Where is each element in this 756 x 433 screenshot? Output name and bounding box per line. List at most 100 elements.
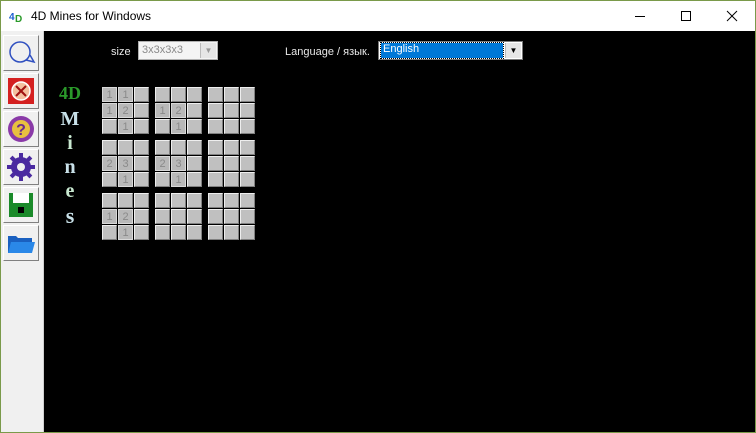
mine-cell[interactable] — [134, 225, 149, 240]
mine-cell[interactable]: 1 — [118, 87, 133, 102]
mine-cell[interactable] — [240, 103, 255, 118]
mine-cell[interactable]: 1 — [171, 172, 186, 187]
mine-cell[interactable] — [224, 225, 239, 240]
mine-cell[interactable] — [134, 119, 149, 134]
mine-cell[interactable] — [171, 140, 186, 155]
mine-cell[interactable] — [240, 156, 255, 171]
new-game-button[interactable] — [3, 35, 39, 71]
save-button[interactable] — [3, 187, 39, 223]
mine-cell[interactable] — [187, 87, 202, 102]
mine-cell[interactable] — [224, 193, 239, 208]
size-select-value: 3x3x3x3 — [142, 44, 183, 56]
mine-cell[interactable] — [187, 103, 202, 118]
mine-cell[interactable] — [187, 156, 202, 171]
title-bar[interactable]: 4 D 4D Mines for Windows — [1, 1, 755, 31]
mine-cell[interactable] — [224, 103, 239, 118]
maximize-button[interactable] — [663, 1, 709, 31]
mine-cell[interactable] — [224, 156, 239, 171]
size-select[interactable]: 3x3x3x3 ▼ — [138, 41, 218, 60]
minimize-button[interactable] — [617, 1, 663, 31]
mine-cell[interactable] — [187, 119, 202, 134]
mine-cell[interactable]: 2 — [118, 103, 133, 118]
mine-board — [208, 87, 256, 135]
language-select[interactable]: English ▼ — [378, 41, 523, 60]
mine-cell[interactable] — [134, 140, 149, 155]
mine-cell[interactable]: 2 — [171, 103, 186, 118]
settings-button[interactable] — [3, 149, 39, 185]
mine-cell[interactable] — [134, 172, 149, 187]
mine-cell[interactable] — [208, 103, 223, 118]
mine-cell[interactable] — [187, 209, 202, 224]
mine-cell[interactable] — [240, 209, 255, 224]
logo-letter: M — [60, 108, 80, 130]
mine-cell[interactable] — [102, 225, 117, 240]
mine-cell[interactable] — [208, 119, 223, 134]
open-button[interactable] — [3, 225, 39, 261]
mine-cell[interactable]: 1 — [118, 172, 133, 187]
mine-cell[interactable] — [208, 193, 223, 208]
mine-cell[interactable]: 3 — [118, 156, 133, 171]
mine-cell[interactable] — [187, 193, 202, 208]
mine-cell[interactable] — [224, 87, 239, 102]
mine-board: 231 — [102, 140, 150, 188]
mine-cell[interactable] — [134, 87, 149, 102]
mine-cell[interactable]: 1 — [171, 119, 186, 134]
mine-board: 121 — [155, 87, 203, 135]
mine-cell[interactable] — [134, 193, 149, 208]
mine-cell[interactable] — [171, 87, 186, 102]
mine-cell[interactable] — [102, 172, 117, 187]
mine-cell[interactable] — [240, 119, 255, 134]
mine-cell[interactable]: 2 — [155, 156, 170, 171]
mine-cell[interactable] — [134, 103, 149, 118]
mine-cell[interactable]: 2 — [118, 209, 133, 224]
mine-cell[interactable] — [208, 156, 223, 171]
mine-cell[interactable]: 1 — [118, 119, 133, 134]
mine-cell[interactable] — [102, 140, 117, 155]
mine-cell[interactable] — [155, 87, 170, 102]
mine-cell[interactable]: 3 — [171, 156, 186, 171]
mine-cell[interactable] — [155, 209, 170, 224]
mine-cell[interactable] — [102, 193, 117, 208]
mine-cell[interactable]: 1 — [102, 209, 117, 224]
mine-cell[interactable] — [155, 119, 170, 134]
mine-cell[interactable] — [208, 172, 223, 187]
mine-cell[interactable] — [155, 140, 170, 155]
mine-cell[interactable] — [224, 209, 239, 224]
mine-cell[interactable] — [208, 87, 223, 102]
chevron-down-icon: ▼ — [505, 43, 521, 58]
mine-cell[interactable] — [134, 209, 149, 224]
mine-cell[interactable] — [134, 156, 149, 171]
mine-cell[interactable] — [187, 225, 202, 240]
mine-cell[interactable] — [240, 172, 255, 187]
mine-cell[interactable] — [118, 140, 133, 155]
mine-cell[interactable] — [155, 225, 170, 240]
help-button[interactable]: ? — [3, 111, 39, 147]
mine-cell[interactable] — [240, 193, 255, 208]
mine-cell[interactable]: 2 — [102, 156, 117, 171]
mine-cell[interactable] — [187, 172, 202, 187]
mine-cell[interactable] — [118, 193, 133, 208]
mine-cell[interactable] — [102, 119, 117, 134]
mine-cell[interactable] — [171, 225, 186, 240]
mine-cell[interactable] — [224, 172, 239, 187]
mine-cell[interactable] — [171, 193, 186, 208]
new-game-icon — [9, 41, 36, 64]
mine-cell[interactable] — [240, 87, 255, 102]
mine-cell[interactable] — [240, 225, 255, 240]
mine-cell[interactable] — [171, 209, 186, 224]
mine-cell[interactable] — [155, 193, 170, 208]
mine-cell[interactable] — [208, 209, 223, 224]
mine-cell[interactable] — [240, 140, 255, 155]
mine-cell[interactable] — [224, 119, 239, 134]
mine-cell[interactable]: 1 — [102, 103, 117, 118]
mine-cell[interactable]: 1 — [155, 103, 170, 118]
mine-cell[interactable] — [208, 140, 223, 155]
mine-cell[interactable] — [224, 140, 239, 155]
mine-cell[interactable] — [155, 172, 170, 187]
stop-game-button[interactable] — [3, 73, 39, 109]
mine-cell[interactable]: 1 — [118, 225, 133, 240]
mine-cell[interactable] — [187, 140, 202, 155]
mine-cell[interactable] — [208, 225, 223, 240]
close-button[interactable] — [709, 1, 755, 31]
mine-cell[interactable]: 1 — [102, 87, 117, 102]
